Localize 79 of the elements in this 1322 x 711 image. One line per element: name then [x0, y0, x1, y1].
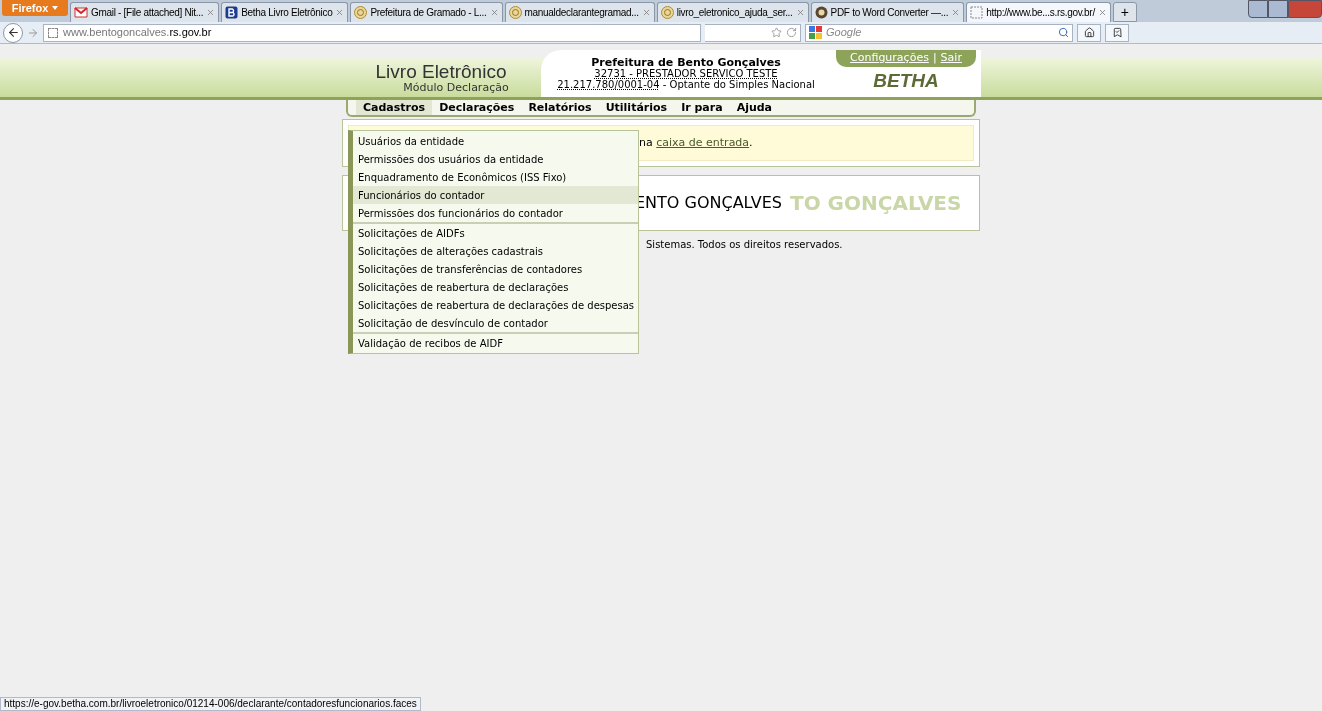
entity-name: Prefeitura de Bento Gonçalves [591, 57, 781, 68]
copyright-text: Sistemas. Todos os direitos reservados. [646, 238, 843, 252]
dropdown-item[interactable]: Validação de recibos de AIDF [353, 334, 638, 352]
bookmark-icon [1111, 27, 1123, 38]
menu-item[interactable]: Cadastros [356, 100, 433, 115]
menu-item[interactable]: Ajuda [729, 100, 780, 115]
back-arrow-icon [6, 26, 20, 39]
back-button[interactable] [3, 22, 23, 43]
close-icon[interactable] [335, 8, 345, 17]
bookmarks-button[interactable] [1105, 23, 1129, 42]
tab-title: livro_eletronico_ajuda_ser... [676, 6, 793, 20]
browser-tab[interactable]: livro_eletronico_ajuda_ser... [656, 2, 809, 22]
background-text: TO GONÇALVES [790, 190, 962, 217]
browser-tab[interactable]: manualdeclarantegramad... [504, 2, 655, 22]
notice-text: na caixa de entrada. [639, 134, 753, 151]
url-text: www.bentogoncalves.rs.gov.br [63, 25, 212, 41]
tab-title: Prefeitura de Gramado - L... [370, 6, 487, 20]
reload-icon[interactable] [786, 27, 797, 38]
home-button[interactable] [1077, 23, 1101, 42]
search-field[interactable]: Google [805, 23, 1073, 42]
browser-tab[interactable]: Prefeitura de Gramado - L... [350, 2, 503, 22]
status-bar: https://e-gov.betha.com.br/livroeletronico/01214-006/declarante/contadoresfuncionarios.faces [0, 697, 421, 711]
blank-page-icon [970, 6, 984, 19]
browser-tab[interactable]: http://www.be...s.rs.gov.br/ [966, 2, 1111, 22]
forward-arrow-icon[interactable] [27, 26, 39, 39]
close-button[interactable] [1288, 0, 1322, 18]
tab-title: http://www.be...s.rs.gov.br/ [986, 6, 1095, 20]
dropdown-item[interactable]: Usuários da entidade [353, 132, 638, 150]
maximize-button[interactable] [1268, 0, 1288, 18]
brand-logo: BETHA [873, 68, 939, 93]
tab-title: manualdeclarantegramad... [524, 6, 639, 20]
address-bar[interactable]: www.bentogoncalves.rs.gov.br [43, 23, 701, 42]
new-tab-button[interactable]: + [1112, 2, 1137, 22]
tab-title: PDF to Word Converter —... [830, 6, 949, 20]
dropdown-item[interactable]: Funcionários do contador [353, 186, 638, 204]
dropdown-item[interactable]: Permissões dos funcionários do contador [353, 204, 638, 222]
google-logo-icon [809, 26, 822, 39]
menu-item[interactable]: Utilitários [598, 100, 675, 115]
logo-icon [225, 6, 239, 19]
close-icon[interactable] [641, 8, 651, 17]
menu-item[interactable]: Declarações [432, 100, 522, 115]
dropdown-item[interactable]: Permissões dos usuários da entidade [353, 150, 638, 168]
search-icon[interactable] [1058, 27, 1069, 38]
globe-icon [354, 6, 368, 19]
search-placeholder: Google [826, 25, 863, 41]
globe-icon [660, 6, 674, 19]
dropdown-item[interactable]: Solicitações de AIDFs [353, 224, 638, 242]
home-icon [1083, 27, 1095, 38]
tax-id-line: 21.217.780/0001-04 - Optante do Simples Nacional [557, 79, 815, 90]
close-icon[interactable] [795, 8, 805, 17]
dropdown-item[interactable]: Enquadramento de Econômicos (ISS Fixo) [353, 168, 638, 186]
close-icon[interactable] [489, 8, 499, 17]
provider-name: 32731 - PRESTADOR SERVICO TESTE [594, 68, 778, 79]
circle-logo-icon [814, 6, 828, 19]
menu-item[interactable]: Relatórios [521, 100, 599, 115]
dropdown-item[interactable]: Solicitações de transferências de contadores [353, 260, 638, 278]
close-icon[interactable] [206, 8, 216, 17]
dropdown-item[interactable]: Solicitações de alterações cadastrais [353, 242, 638, 260]
inbox-link[interactable]: caixa de entrada [656, 135, 750, 149]
link-separator: | [932, 50, 937, 66]
browser-tab[interactable]: Gmail - [File attached] Nit... [70, 2, 220, 22]
browser-tab[interactable]: Betha Livro Eletrônico [221, 2, 349, 22]
dropdown-item[interactable]: Solicitação de desvínculo de contador [353, 314, 638, 332]
browser-tab[interactable]: PDF to Word Converter —... [810, 2, 965, 22]
dropdown-item[interactable]: Solicitações de reabertura de declarações de despesas [353, 296, 638, 314]
close-icon[interactable] [1097, 8, 1107, 17]
dropdown-caret-icon [52, 6, 59, 10]
page-icon [48, 27, 58, 38]
mail-icon [74, 7, 88, 18]
dropdown-item[interactable]: Solicitações de reabertura de declarações [353, 278, 638, 296]
minimize-button[interactable] [1248, 0, 1268, 18]
tab-title: Betha Livro Eletrônico [241, 6, 333, 20]
close-icon[interactable] [951, 8, 961, 17]
module-name: Módulo Declaração [402, 81, 509, 94]
app-title: Livro Eletrônico [375, 61, 507, 82]
star-icon[interactable] [771, 27, 782, 38]
globe-icon [508, 6, 522, 19]
tab-title: Gmail - [File attached] Nit... [91, 6, 204, 20]
menu-item[interactable]: Ir para [674, 100, 730, 115]
